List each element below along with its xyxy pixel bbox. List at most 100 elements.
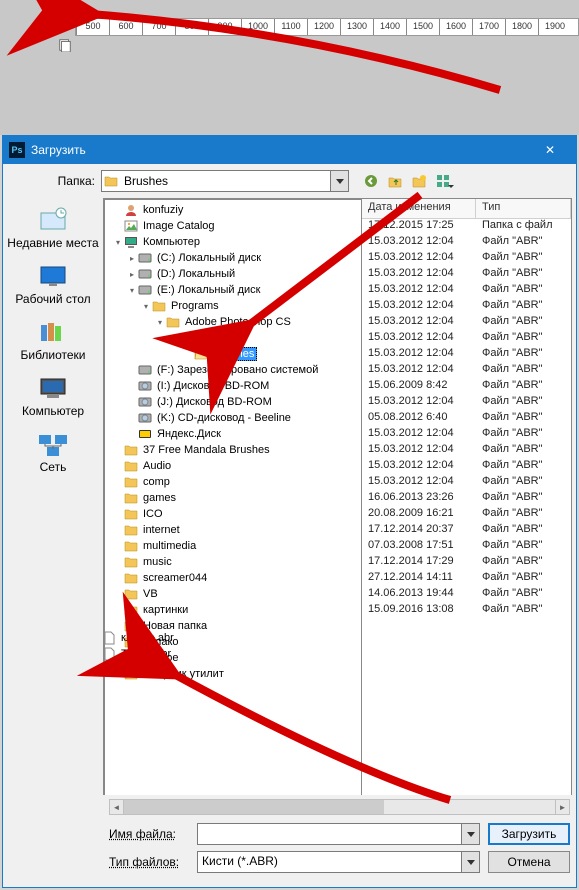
expand-icon[interactable] <box>127 381 137 391</box>
tree-item[interactable]: (I:) Дисковод BD-ROM <box>105 378 361 394</box>
folder-tree[interactable]: konfuziyImage Catalog▾Компьютер▸(C:) Лок… <box>104 199 362 833</box>
tree-item[interactable]: Сборник утилит <box>105 666 361 682</box>
file-row[interactable]: 15.03.2012 12:04Файл "ABR" <box>362 443 571 459</box>
expand-icon[interactable]: ▾ <box>113 237 123 247</box>
file-row[interactable]: 15.03.2012 12:04Файл "ABR" <box>362 459 571 475</box>
file-row[interactable]: 16.06.2013 23:26Файл "ABR" <box>362 491 571 507</box>
tree-item[interactable]: Image Catalog <box>105 218 361 234</box>
expand-icon[interactable] <box>127 365 137 375</box>
tree-item[interactable]: ICO <box>105 506 361 522</box>
file-row[interactable]: 15.03.2012 12:04Файл "ABR" <box>362 315 571 331</box>
expand-icon[interactable] <box>113 541 123 551</box>
expand-icon[interactable] <box>113 525 123 535</box>
tree-item[interactable]: games <box>105 490 361 506</box>
expand-icon[interactable] <box>113 445 123 455</box>
file-row[interactable]: 15.03.2012 12:04Файл "ABR" <box>362 395 571 411</box>
gear-icon[interactable] <box>58 8 72 22</box>
file-row[interactable]: 15.03.2012 12:04Файл "ABR" <box>362 363 571 379</box>
tree-item[interactable]: (K:) CD-дисковод - Beeline <box>105 410 361 426</box>
chevron-down-icon[interactable] <box>461 824 479 844</box>
file-row[interactable]: 15.09.2016 13:08Файл "ABR" <box>362 603 571 619</box>
sidebar-place-0[interactable]: Недавние места <box>7 206 98 250</box>
expand-icon[interactable] <box>113 221 123 231</box>
column-headers[interactable]: Дата изменения Тип <box>362 199 571 219</box>
file-row[interactable]: 15.06.2009 8:42Файл "ABR" <box>362 379 571 395</box>
file-row[interactable]: 07.03.2008 17:51Файл "ABR" <box>362 539 571 555</box>
expand-icon[interactable] <box>113 493 123 503</box>
back-button[interactable] <box>361 171 381 191</box>
scroll-thumb[interactable] <box>124 800 384 814</box>
expand-icon[interactable]: ▾ <box>155 317 165 327</box>
file-row[interactable]: 15.03.2012 12:04Файл "ABR" <box>362 283 571 299</box>
extra-files[interactable]: клякса.abrТуман.abr <box>103 630 174 662</box>
file-row[interactable]: 05.08.2012 6:40Файл "ABR" <box>362 411 571 427</box>
tree-item[interactable]: ▾Programs <box>105 298 361 314</box>
expand-icon[interactable] <box>113 669 123 679</box>
tree-item[interactable]: ▾Adobe Photoshop CS <box>105 314 361 330</box>
expand-icon[interactable] <box>113 557 123 567</box>
file-row[interactable]: 15.03.2012 12:04Файл "ABR" <box>362 347 571 363</box>
h-scrollbar[interactable]: ◄ ► <box>109 799 570 815</box>
file-row[interactable]: 15.03.2012 12:04Файл "ABR" <box>362 299 571 315</box>
expand-icon[interactable]: ▸ <box>127 253 137 263</box>
chevron-down-icon[interactable] <box>461 852 479 872</box>
sidebar-place-3[interactable]: Компьютер <box>22 374 84 418</box>
file-row[interactable]: 27.12.2014 14:11Файл "ABR" <box>362 571 571 587</box>
chevron-down-icon[interactable] <box>330 171 348 191</box>
col-type[interactable]: Тип <box>476 199 571 218</box>
tree-item[interactable]: Audio <box>105 458 361 474</box>
tree-item[interactable]: ▾Компьютер <box>105 234 361 250</box>
expand-icon[interactable] <box>183 349 193 359</box>
file-row[interactable]: 15.03.2012 12:04Файл "ABR" <box>362 475 571 491</box>
file-row[interactable]: 17.12.2014 20:37Файл "ABR" <box>362 523 571 539</box>
tree-item[interactable]: screamer044 <box>105 570 361 586</box>
file-row[interactable]: 14.06.2013 19:44Файл "ABR" <box>362 587 571 603</box>
sidebar-place-4[interactable]: Сеть <box>36 430 70 474</box>
col-date[interactable]: Дата изменения <box>362 199 476 218</box>
expand-icon[interactable]: ▾ <box>141 301 151 311</box>
sidebar-place-1[interactable]: Рабочий стол <box>15 262 90 306</box>
tree-item[interactable]: ▸(D:) Локальный <box>105 266 361 282</box>
load-button[interactable]: Загрузить <box>488 823 570 845</box>
file-row[interactable]: 15.03.2012 12:04Файл "ABR" <box>362 427 571 443</box>
file-row[interactable]: 15.03.2012 12:04Файл "ABR" <box>362 331 571 347</box>
filename-input[interactable] <box>197 823 480 845</box>
close-button[interactable]: ✕ <box>530 136 570 164</box>
tree-item[interactable]: VB <box>105 586 361 602</box>
expand-icon[interactable] <box>113 605 123 615</box>
scroll-right-icon[interactable]: ► <box>555 800 569 814</box>
tree-item[interactable]: music <box>105 554 361 570</box>
expand-icon[interactable] <box>113 205 123 215</box>
up-button[interactable] <box>385 171 405 191</box>
cancel-button[interactable]: Отмена <box>488 851 570 873</box>
view-menu-button[interactable] <box>433 171 453 191</box>
expand-icon[interactable]: ▸ <box>127 269 137 279</box>
tree-item[interactable]: ▾Presets <box>105 330 361 346</box>
tree-item[interactable]: multimedia <box>105 538 361 554</box>
sidebar-place-2[interactable]: Библиотеки <box>20 318 85 362</box>
file-row[interactable]: 15.03.2012 12:04Файл "ABR" <box>362 251 571 267</box>
tree-item[interactable]: картинки <box>105 602 361 618</box>
expand-icon[interactable]: ▾ <box>127 285 137 295</box>
titlebar[interactable]: Ps Загрузить ✕ <box>3 136 576 164</box>
expand-icon[interactable] <box>113 573 123 583</box>
file-item[interactable]: клякса.abr <box>103 630 174 646</box>
expand-icon[interactable]: ▾ <box>169 333 179 343</box>
tree-item[interactable]: internet <box>105 522 361 538</box>
expand-icon[interactable] <box>127 413 137 423</box>
expand-icon[interactable] <box>113 509 123 519</box>
file-row[interactable]: 17.12.2015 17:25Папка с файл <box>362 219 571 235</box>
scroll-left-icon[interactable]: ◄ <box>110 800 124 814</box>
file-row[interactable]: 17.12.2014 17:29Файл "ABR" <box>362 555 571 571</box>
file-item[interactable]: Туман.abr <box>103 646 174 662</box>
tree-item[interactable]: 37 Free Mandala Brushes <box>105 442 361 458</box>
tree-item[interactable]: (F:) Зарезервировано системой <box>105 362 361 378</box>
folder-combo[interactable]: Brushes <box>101 170 349 192</box>
expand-icon[interactable] <box>127 429 137 439</box>
tree-item[interactable]: comp <box>105 474 361 490</box>
file-row[interactable]: 20.08.2009 16:21Файл "ABR" <box>362 507 571 523</box>
new-folder-button[interactable] <box>409 171 429 191</box>
tree-item[interactable]: Яндекс.Диск <box>105 426 361 442</box>
tree-item[interactable]: konfuziy <box>105 202 361 218</box>
tree-item[interactable]: ▾(E:) Локальный диск <box>105 282 361 298</box>
